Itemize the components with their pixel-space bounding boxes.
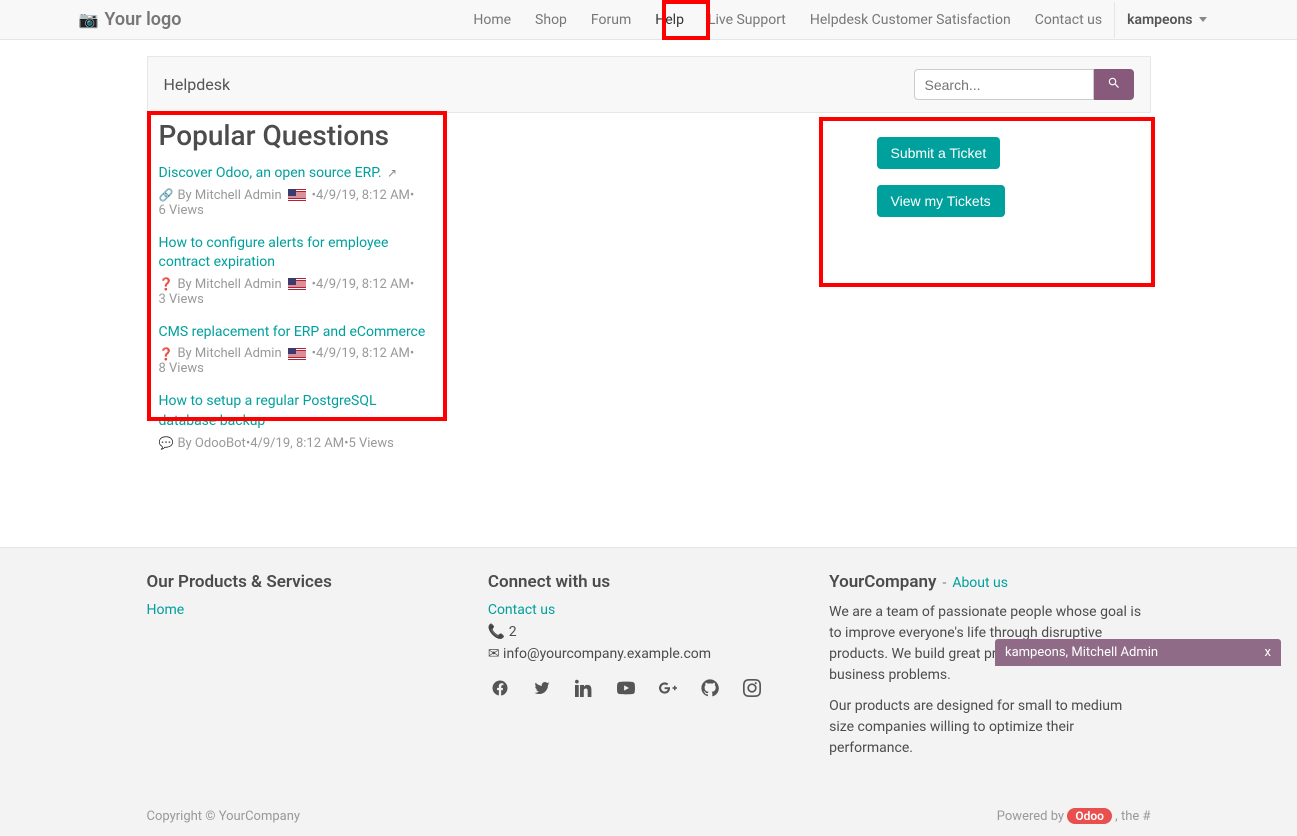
connect-title: Connect with us (488, 572, 809, 592)
chevron-down-icon (1199, 17, 1207, 22)
footer-company-col: YourCompany - About us We are a team of … (829, 572, 1150, 769)
odoo-badge[interactable]: Odoo (1067, 808, 1112, 824)
logo[interactable]: 📷 Your logo (79, 9, 182, 30)
user-menu[interactable]: kampeons (1114, 2, 1218, 38)
phone-line: 📞 2 (488, 624, 809, 640)
footer: Our Products & Services Home Connect wit… (0, 547, 1297, 836)
question-item: CMS replacement for ERP and eCommerce ❓ … (159, 323, 437, 377)
chat-title: kampeons, Mitchell Admin (1005, 645, 1158, 660)
copyright: Copyright © YourCompany (147, 809, 301, 824)
instagram-icon[interactable] (740, 676, 764, 700)
us-flag-icon (288, 278, 306, 290)
close-icon[interactable]: x (1265, 645, 1271, 660)
question-meta: 🔗 By Mitchell Admin • 4/9/19, 8:12 AM • … (159, 188, 437, 218)
search-icon (1107, 76, 1121, 90)
question-link[interactable]: How to setup a regular PostgreSQL databa… (159, 393, 377, 429)
nav-item-shop[interactable]: Shop (523, 2, 579, 38)
nav-item-satisfaction[interactable]: Helpdesk Customer Satisfaction (798, 2, 1023, 38)
social-icons (488, 676, 809, 700)
submit-ticket-button[interactable]: Submit a Ticket (877, 137, 1001, 169)
nav-item-contact[interactable]: Contact us (1023, 2, 1114, 38)
twitter-icon[interactable] (530, 676, 554, 700)
search-button[interactable] (1094, 69, 1134, 100)
footer-home-link[interactable]: Home (147, 602, 185, 618)
nav-item-live-support[interactable]: Live Support (696, 2, 798, 38)
about-link[interactable]: About us (952, 575, 1008, 591)
ticket-actions-panel: Submit a Ticket View my Tickets (831, 113, 1151, 487)
question-item: How to configure alerts for employee con… (159, 234, 437, 307)
question-meta: ❓ By Mitchell Admin • 4/9/19, 8:12 AM • … (159, 346, 437, 376)
company-heading: YourCompany - About us (829, 572, 1150, 592)
footer-connect-col: Connect with us Contact us 📞 2 ✉ info@yo… (488, 572, 809, 769)
us-flag-icon (288, 189, 306, 201)
navbar-inner: 📷 Your logo Home Shop Forum Help Live Su… (79, 2, 1219, 38)
link-icon: 🔗 (159, 188, 174, 202)
view-tickets-button[interactable]: View my Tickets (877, 185, 1005, 217)
camera-icon: 📷 (79, 10, 99, 29)
nav-right: Home Shop Forum Help Live Support Helpde… (461, 2, 1218, 38)
question-icon: ❓ (159, 347, 174, 361)
question-meta: ❓ By Mitchell Admin • 4/9/19, 8:12 AM • … (159, 277, 437, 307)
nav-item-help[interactable]: Help (643, 2, 696, 38)
question-link[interactable]: Discover Odoo, an open source ERP. ↗ (159, 165, 398, 181)
external-link-icon: ↗ (387, 166, 397, 180)
github-icon[interactable] (698, 676, 722, 700)
nav-list: Home Shop Forum Help Live Support Helpde… (461, 2, 1114, 38)
chat-bar[interactable]: kampeons, Mitchell Admin x (995, 639, 1281, 666)
powered-by: Powered by Odoo , the # (997, 809, 1151, 824)
us-flag-icon (288, 348, 306, 360)
phone-icon: 📞 (488, 624, 505, 640)
search-wrap (914, 69, 1134, 100)
question-item: Discover Odoo, an open source ERP. ↗ 🔗 B… (159, 164, 437, 218)
footer-products-col: Our Products & Services Home (147, 572, 468, 769)
user-name: kampeons (1127, 12, 1192, 28)
top-navbar: 📷 Your logo Home Shop Forum Help Live Su… (0, 0, 1297, 40)
youtube-icon[interactable] (614, 676, 638, 700)
popular-questions-panel: Popular Questions Discover Odoo, an open… (147, 113, 447, 487)
question-item: How to setup a regular PostgreSQL databa… (159, 392, 437, 450)
footer-inner: Our Products & Services Home Connect wit… (147, 572, 1151, 769)
mail-icon: ✉ (488, 646, 500, 662)
main-content: Popular Questions Discover Odoo, an open… (147, 113, 1151, 487)
logo-label: Your logo (104, 9, 181, 30)
section-title: Popular Questions (159, 119, 437, 152)
facebook-icon[interactable] (488, 676, 512, 700)
nav-item-forum[interactable]: Forum (579, 2, 643, 38)
contact-us-link[interactable]: Contact us (488, 602, 555, 618)
question-link[interactable]: CMS replacement for ERP and eCommerce (159, 324, 426, 340)
comment-icon: 💬 (159, 436, 174, 450)
search-input[interactable] (914, 69, 1094, 100)
email-line: ✉ info@yourcompany.example.com (488, 646, 809, 662)
products-title: Our Products & Services (147, 572, 468, 592)
question-icon: ❓ (159, 277, 174, 291)
question-meta: 💬 By OdooBot • 4/9/19, 8:12 AM • 5 Views (159, 436, 437, 451)
subbar-title: Helpdesk (164, 75, 231, 94)
company-description-2: Our products are designed for small to m… (829, 696, 1150, 759)
googleplus-icon[interactable] (656, 676, 680, 700)
subbar: Helpdesk (147, 56, 1151, 113)
nav-item-home[interactable]: Home (461, 2, 523, 38)
linkedin-icon[interactable] (572, 676, 596, 700)
footer-bottom: Copyright © YourCompany Powered by Odoo … (147, 809, 1151, 824)
question-link[interactable]: How to configure alerts for employee con… (159, 235, 389, 271)
